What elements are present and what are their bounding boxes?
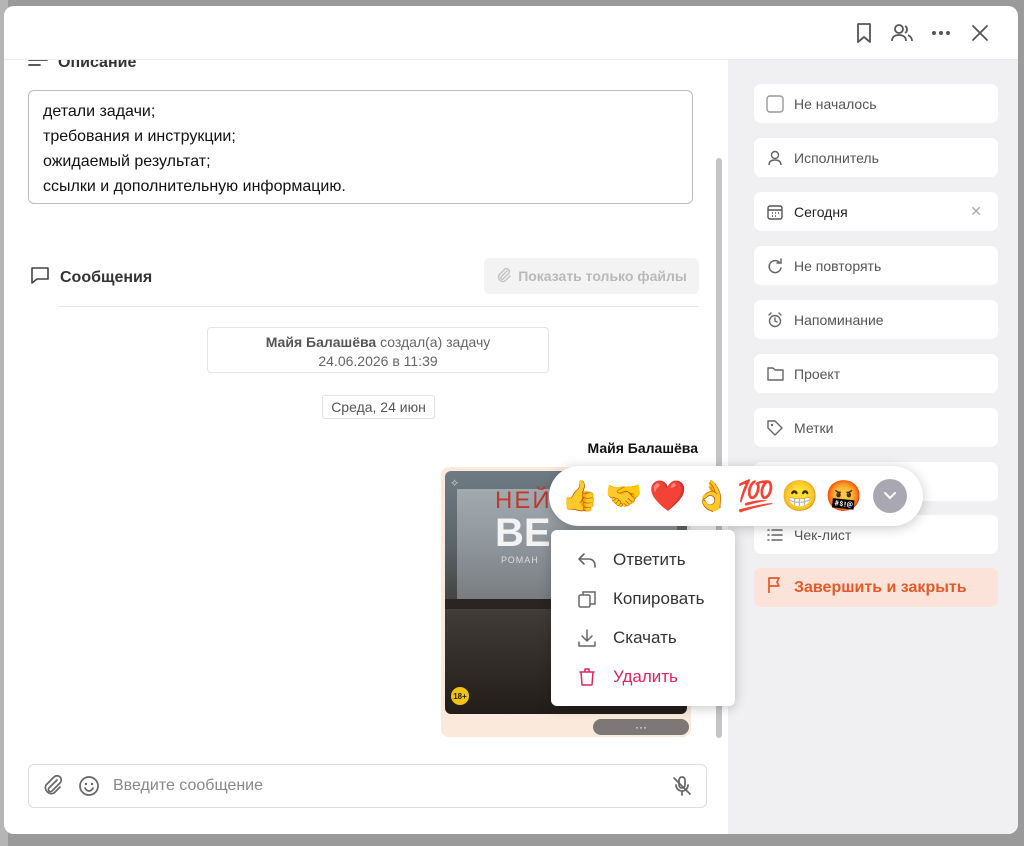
- checkbox-icon[interactable]: [766, 94, 784, 113]
- download-menu-item[interactable]: Скачать: [551, 618, 735, 657]
- clear-date-icon[interactable]: ✕: [970, 203, 982, 220]
- due-date-label: Сегодня: [794, 203, 848, 220]
- system-message-action: создал(а) задачу: [380, 334, 491, 350]
- assignee-field[interactable]: Исполнитель: [754, 138, 998, 177]
- checklist-icon: [766, 526, 784, 544]
- reaction-grin[interactable]: 😁: [781, 477, 819, 515]
- task-modal: Описание детали задачи; требования и инс…: [4, 6, 1018, 834]
- reminder-field[interactable]: Напоминание: [754, 300, 998, 339]
- project-field[interactable]: Проект: [754, 354, 998, 393]
- files-only-button[interactable]: Показать только файлы: [484, 258, 699, 294]
- reply-icon: [577, 550, 597, 570]
- system-message: Майя Балашёва создал(а) задачу 24.06.202…: [207, 327, 549, 373]
- message-composer: [28, 764, 707, 808]
- trash-icon: [577, 667, 597, 687]
- description-line: ожидаемый результат;: [43, 153, 211, 170]
- repeat-label: Не повторять: [794, 257, 882, 274]
- participants-icon[interactable]: [890, 21, 914, 45]
- image-title-line2: ВЕ: [495, 511, 551, 555]
- modal-toolbar: [4, 6, 1018, 60]
- more-reactions-button[interactable]: [873, 479, 907, 513]
- description-line: детали задачи;: [43, 103, 156, 120]
- repeat-field[interactable]: Не повторять: [754, 246, 998, 285]
- finish-label: Завершить и закрыть: [794, 578, 967, 596]
- message-more-button[interactable]: ···: [593, 719, 689, 735]
- messages-heading: Сообщения: [30, 266, 152, 289]
- finish-and-close-button[interactable]: Завершить и закрыть: [754, 568, 998, 607]
- close-icon[interactable]: [968, 21, 992, 45]
- paperclip-icon: [496, 267, 512, 286]
- system-message-author: Майя Балашёва: [265, 334, 377, 350]
- files-only-label: Показать только файлы: [518, 268, 687, 284]
- project-label: Проект: [794, 365, 841, 382]
- microphone-off-icon[interactable]: [670, 774, 694, 798]
- messages-divider: [59, 306, 699, 307]
- messages-icon: [30, 266, 50, 289]
- user-icon: [766, 149, 784, 167]
- copy-menu-item[interactable]: Копировать: [551, 579, 735, 618]
- flag-icon: [766, 576, 784, 599]
- checklist-label: Чек-лист: [794, 526, 852, 543]
- tag-icon: [766, 419, 784, 437]
- emoji-picker-icon[interactable]: [77, 774, 101, 798]
- image-publisher-logo: ⟡: [451, 477, 459, 489]
- task-main-panel: Описание детали задачи; требования и инс…: [4, 54, 728, 834]
- system-message-date: 24.06.2026 в 11:39: [318, 353, 438, 369]
- messages-title: Сообщения: [60, 268, 153, 286]
- folder-icon: [766, 365, 784, 383]
- tags-field[interactable]: Метки: [754, 408, 998, 447]
- bookmark-icon[interactable]: [852, 21, 876, 45]
- reaction-thumbs-up[interactable]: 👍: [561, 477, 599, 515]
- reminder-label: Напоминание: [794, 311, 884, 328]
- reaction-angry[interactable]: 🤬: [825, 477, 863, 515]
- copy-icon: [577, 589, 597, 609]
- reaction-bar: 👍 🤝 ❤️ 👌 💯 😁 🤬: [549, 466, 923, 526]
- delete-menu-item[interactable]: Удалить: [551, 657, 735, 696]
- reply-label: Ответить: [613, 549, 686, 569]
- tags-label: Метки: [794, 419, 834, 436]
- copy-label: Копировать: [613, 588, 705, 608]
- download-label: Скачать: [613, 627, 677, 647]
- alarm-clock-icon: [766, 311, 784, 329]
- task-properties-sidebar: Не началось Исполнитель Сегодня ✕ Не пов…: [728, 60, 1018, 834]
- calendar-icon: [766, 203, 784, 221]
- delete-label: Удалить: [613, 666, 678, 686]
- image-subtitle: РОМАН: [501, 555, 539, 565]
- message-input[interactable]: [113, 777, 658, 795]
- reaction-ok-hand[interactable]: 👌: [693, 477, 731, 515]
- status-field[interactable]: Не началось: [754, 84, 998, 123]
- description-line: ссылки и дополнительную информацию.: [43, 178, 346, 195]
- reaction-handshake[interactable]: 🤝: [605, 477, 643, 515]
- description-field[interactable]: детали задачи; требования и инструкции; …: [28, 90, 693, 204]
- status-label: Не началось: [794, 95, 877, 112]
- repeat-icon: [766, 257, 784, 275]
- message-author: Майя Балашёва: [587, 440, 698, 456]
- more-options-icon[interactable]: [929, 21, 953, 45]
- download-icon: [577, 628, 597, 648]
- chevron-down-icon: [884, 492, 896, 500]
- attach-icon[interactable]: [41, 774, 65, 798]
- image-age-badge: 18+: [451, 687, 469, 705]
- due-date-field[interactable]: Сегодня ✕: [754, 192, 998, 231]
- reaction-hundred[interactable]: 💯: [737, 477, 775, 515]
- reaction-heart[interactable]: ❤️: [649, 477, 687, 515]
- description-line: требования и инструкции;: [43, 128, 236, 145]
- assignee-label: Исполнитель: [794, 149, 879, 166]
- message-context-menu: Ответить Копировать Скачать Удалить: [551, 530, 735, 706]
- reply-menu-item[interactable]: Ответить: [551, 540, 735, 579]
- date-separator: Среда, 24 июн: [322, 395, 435, 419]
